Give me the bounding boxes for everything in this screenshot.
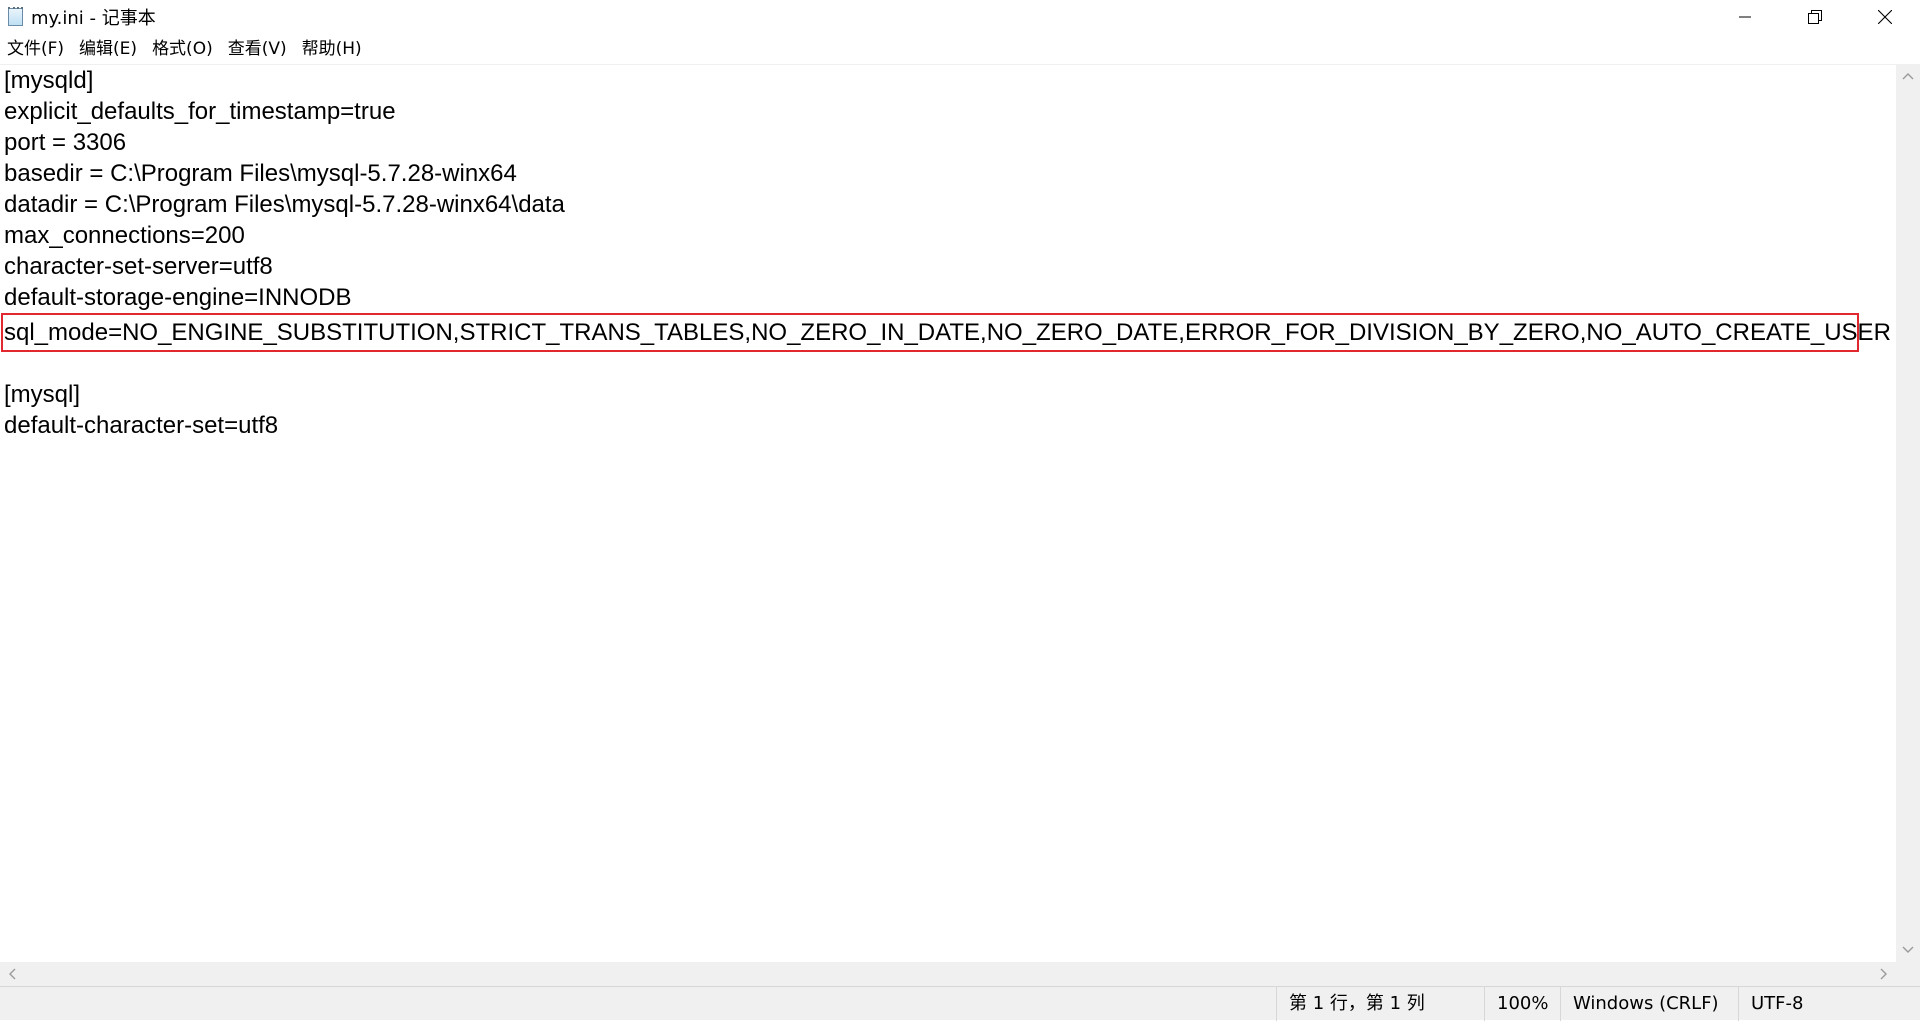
editor-line[interactable]: [mysql] xyxy=(4,379,80,410)
window-title: my.ini - 记事本 xyxy=(31,8,156,29)
restore-button[interactable] xyxy=(1780,0,1850,34)
menu-edit[interactable]: 编辑(E) xyxy=(73,34,143,64)
window-controls xyxy=(1710,0,1920,34)
editor-line[interactable]: basedir = C:\Program Files\mysql-5.7.28-… xyxy=(4,158,517,189)
editor-line[interactable]: character-set-server=utf8 xyxy=(4,251,273,282)
close-button[interactable] xyxy=(1850,0,1920,34)
status-zoom: 100% xyxy=(1484,987,1560,1021)
editor-line[interactable]: default-storage-engine=INNODB xyxy=(4,282,352,313)
editor-line[interactable]: explicit_defaults_for_timestamp=true xyxy=(4,96,396,127)
editor-line[interactable]: port = 3306 xyxy=(4,127,126,158)
editor-line[interactable]: datadir = C:\Program Files\mysql-5.7.28-… xyxy=(4,189,565,220)
scroll-down-arrow-icon[interactable] xyxy=(1896,938,1920,962)
menu-bar: 文件(F) 编辑(E) 格式(O) 查看(V) 帮助(H) xyxy=(0,34,1920,64)
restore-icon xyxy=(1808,10,1822,24)
horizontal-scrollbar[interactable] xyxy=(0,962,1896,986)
status-cursor-position: 第 1 行，第 1 列 xyxy=(1276,987,1484,1021)
menu-format[interactable]: 格式(O) xyxy=(146,34,219,64)
menu-file[interactable]: 文件(F) xyxy=(1,34,70,64)
title-bar[interactable]: my.ini - 记事本 xyxy=(0,0,1920,34)
status-line-ending: Windows (CRLF) xyxy=(1560,987,1738,1021)
minimize-button[interactable] xyxy=(1710,0,1780,34)
vertical-scrollbar[interactable] xyxy=(1896,64,1920,962)
notepad-icon[interactable] xyxy=(5,7,25,27)
status-bar: 第 1 行，第 1 列 100% Windows (CRLF) UTF-8 xyxy=(0,986,1920,1021)
text-editor[interactable]: [mysqld] explicit_defaults_for_timestamp… xyxy=(0,64,1896,962)
editor-line[interactable]: default-character-set=utf8 xyxy=(4,410,278,441)
menu-view[interactable]: 查看(V) xyxy=(222,34,293,64)
status-encoding: UTF-8 xyxy=(1738,987,1920,1021)
editor-line[interactable]: max_connections=200 xyxy=(4,220,245,251)
minimize-icon xyxy=(1739,11,1751,23)
editor-line[interactable]: [mysqld] xyxy=(4,65,93,96)
scroll-right-arrow-icon[interactable] xyxy=(1872,962,1896,986)
scroll-up-arrow-icon[interactable] xyxy=(1896,64,1920,88)
highlight-box xyxy=(1,313,1859,352)
close-icon xyxy=(1878,10,1892,24)
scrollbar-corner xyxy=(1896,962,1920,986)
scroll-left-arrow-icon[interactable] xyxy=(0,962,24,986)
menu-help[interactable]: 帮助(H) xyxy=(296,34,368,64)
